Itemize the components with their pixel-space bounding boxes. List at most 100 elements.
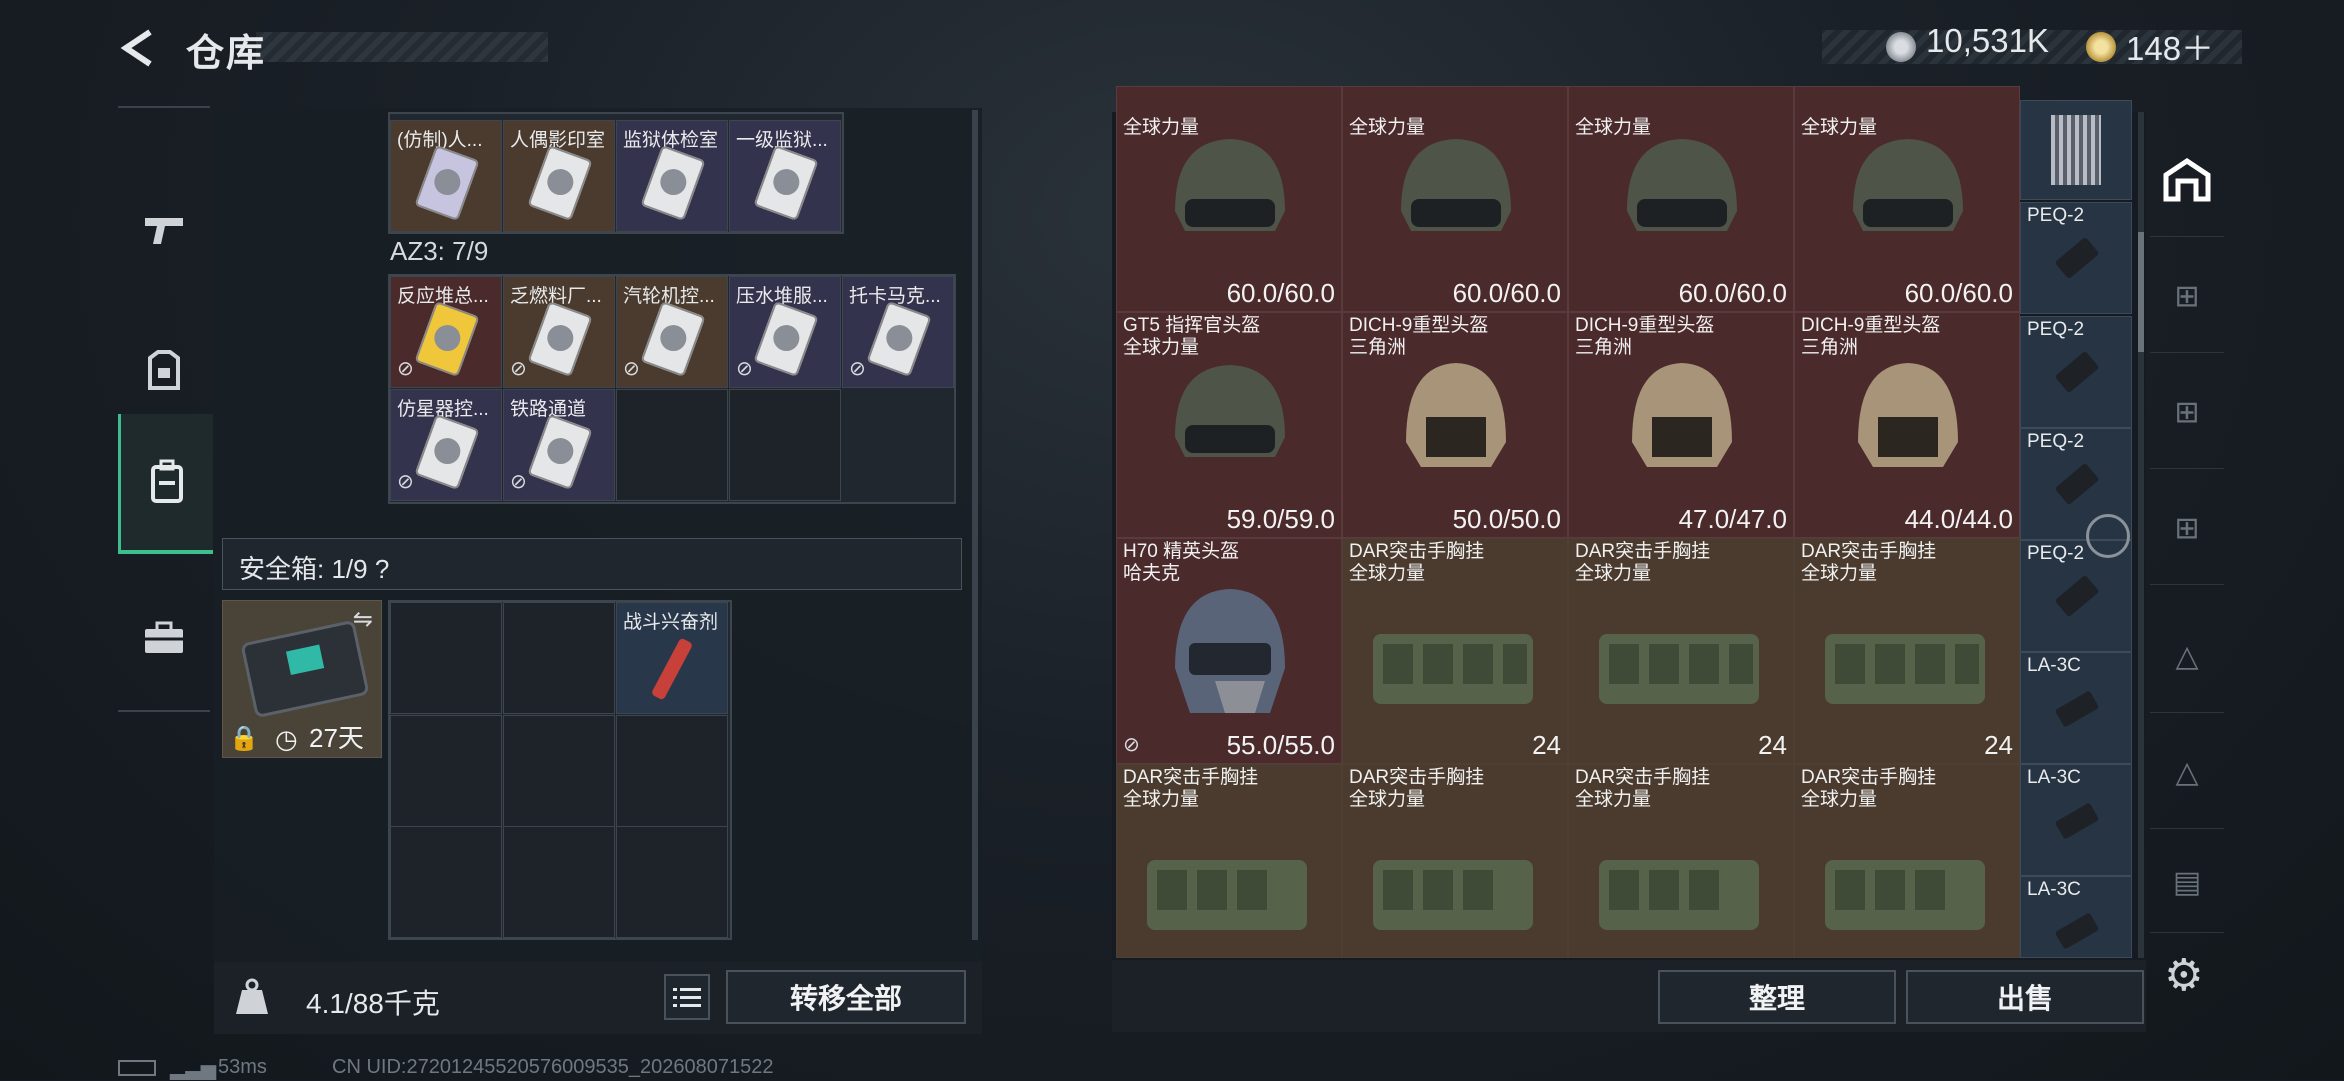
chest-rig-icon bbox=[1147, 860, 1307, 930]
empty-slot[interactable] bbox=[616, 826, 728, 938]
signal-icon: ▂▃▅ bbox=[170, 1058, 217, 1080]
empty-slot[interactable] bbox=[503, 602, 615, 714]
helmet-icon bbox=[1632, 363, 1732, 467]
chest-rig-icon bbox=[1599, 634, 1759, 704]
add-storage-icon: ⊞ bbox=[2174, 279, 2200, 313]
syringe-icon bbox=[650, 637, 694, 701]
swap-icon[interactable]: ⇋ bbox=[353, 605, 373, 634]
helmet-item[interactable]: 全球力量 60.0/60.0 bbox=[1568, 86, 1794, 312]
helmet-item[interactable]: 全球力量 60.0/60.0 bbox=[1794, 86, 2020, 312]
chest-rig-item[interactable]: DAR突击手胸挂 全球力量 bbox=[1794, 764, 2020, 958]
safe-case-image bbox=[240, 619, 370, 719]
ping-readout: 53ms bbox=[218, 1056, 267, 1078]
warehouse-tab-add-2[interactable]: ⊞ bbox=[2150, 356, 2224, 469]
empty-slot[interactable] bbox=[503, 826, 615, 938]
battery-icon bbox=[118, 1060, 156, 1076]
attachment-item[interactable] bbox=[2020, 100, 2132, 200]
category-nav bbox=[118, 106, 213, 712]
nav-weapons[interactable] bbox=[118, 162, 210, 298]
chest-rig-item[interactable]: DAR突击手胸挂 全球力量 bbox=[1568, 764, 1794, 958]
scrollbar[interactable] bbox=[2138, 112, 2144, 958]
warehouse-tab-4[interactable]: △ bbox=[2150, 600, 2224, 713]
empty-slot[interactable] bbox=[729, 389, 841, 501]
helmet-item[interactable]: 全球力量 60.0/60.0 bbox=[1116, 86, 1342, 312]
list-view-button[interactable] bbox=[664, 974, 710, 1020]
nav-case[interactable] bbox=[118, 570, 210, 706]
attachment-item[interactable]: PEQ-2 bbox=[2020, 316, 2132, 428]
key-item[interactable]: 仿星器控... ⊘ bbox=[390, 389, 502, 501]
triangle-storage-icon: △ bbox=[2175, 639, 2199, 673]
key-item[interactable]: 乏燃料厂... ⊘ bbox=[503, 276, 615, 388]
safe-box-container[interactable]: ⇋ 🔒 ◷ 27天 bbox=[222, 600, 382, 758]
chest-rig-item[interactable]: DAR突击手胸挂 全球力量 bbox=[1342, 764, 1568, 958]
back-arrow-icon[interactable] bbox=[118, 28, 158, 68]
no-insure-icon: ⊘ bbox=[510, 358, 527, 380]
attachment-item[interactable]: PEQ-2 bbox=[2020, 540, 2132, 652]
key-item[interactable]: 人偶影印室 bbox=[503, 120, 615, 232]
add-storage-icon: ⊞ bbox=[2174, 511, 2200, 545]
chest-rig-item[interactable]: DAR突击手胸挂 全球力量 24 bbox=[1342, 538, 1568, 764]
nav-backpack[interactable] bbox=[118, 414, 213, 554]
key-item[interactable]: 一级监狱... bbox=[729, 120, 841, 232]
no-insure-icon: ⊘ bbox=[849, 358, 866, 380]
warehouse-tab-6[interactable]: ▤ bbox=[2150, 832, 2224, 933]
premium-currency-amount[interactable]: 148＋ bbox=[2126, 22, 2214, 70]
chest-rig-icon bbox=[1825, 634, 1985, 704]
warehouse-tab-main[interactable] bbox=[2150, 124, 2224, 237]
safe-expire-days: 27天 bbox=[309, 723, 364, 753]
empty-slot[interactable] bbox=[390, 826, 502, 938]
empty-slot[interactable] bbox=[390, 715, 502, 827]
chest-rig-icon bbox=[1599, 860, 1759, 930]
scrollbar[interactable] bbox=[972, 110, 978, 940]
warehouse-tab-add-1[interactable]: ⊞ bbox=[2150, 240, 2224, 353]
helmet-item[interactable]: DICH-9重型头盔 三角洲 47.0/47.0 bbox=[1568, 312, 1794, 538]
coin-icon bbox=[1886, 32, 1916, 62]
helmet-item[interactable]: DICH-9重型头盔 三角洲 50.0/50.0 bbox=[1342, 312, 1568, 538]
safe-box-header[interactable]: 安全箱: 1/9 ? bbox=[222, 538, 962, 590]
stim-item[interactable]: 战斗兴奋剂 bbox=[616, 602, 728, 714]
helmet-item[interactable]: DICH-9重型头盔 三角洲 44.0/44.0 bbox=[1794, 312, 2020, 538]
key-item[interactable]: 反应堆总... ⊘ bbox=[390, 276, 502, 388]
helmet-icon bbox=[1858, 363, 1958, 467]
key-item[interactable]: 汽轮机控... ⊘ bbox=[616, 276, 728, 388]
empty-slot[interactable] bbox=[616, 389, 728, 501]
sell-button[interactable]: 出售 bbox=[1906, 970, 2144, 1024]
key-item[interactable]: 监狱体检室 bbox=[616, 120, 728, 232]
lock-icon: 🔒 bbox=[229, 725, 259, 752]
chest-rig-icon bbox=[1373, 860, 1533, 930]
attachment-item[interactable]: PEQ-2 bbox=[2020, 202, 2132, 314]
key-item[interactable]: 铁路通道 ⊘ bbox=[503, 389, 615, 501]
key-item[interactable]: 压水堆服... ⊘ bbox=[729, 276, 841, 388]
sort-button[interactable]: 整理 bbox=[1658, 970, 1896, 1024]
helmet-item[interactable]: H70 精英头盔 哈夫克 ⊘ 55.0/55.0 bbox=[1116, 538, 1342, 764]
empty-slot[interactable] bbox=[616, 715, 728, 827]
currency-amount: 10,531K bbox=[1926, 22, 2049, 59]
warehouse-tab-add-3[interactable]: ⊞ bbox=[2150, 472, 2224, 585]
no-insure-icon: ⊘ bbox=[1123, 734, 1140, 756]
attachment-item[interactable]: LA-3C bbox=[2020, 876, 2132, 958]
backpack-icon bbox=[151, 459, 183, 503]
helmet-item[interactable]: 全球力量 60.0/60.0 bbox=[1342, 86, 1568, 312]
clock-icon: ◷ bbox=[275, 724, 298, 754]
empty-slot[interactable] bbox=[503, 715, 615, 827]
settings-gear-icon[interactable]: ⚙ bbox=[2164, 950, 2203, 1001]
helmet-item[interactable]: GT5 指挥官头盔 全球力量 59.0/59.0 bbox=[1116, 312, 1342, 538]
chest-rig-item[interactable]: DAR突击手胸挂 全球力量 24 bbox=[1568, 538, 1794, 764]
no-insure-icon: ⊘ bbox=[397, 358, 414, 380]
attachment-item[interactable]: LA-3C bbox=[2020, 652, 2132, 764]
list-icon bbox=[673, 988, 701, 1007]
title-decoration bbox=[256, 32, 548, 62]
key-item[interactable]: (仿制)人... bbox=[390, 120, 502, 232]
weight-icon bbox=[234, 978, 270, 1016]
warehouse-tab-5[interactable]: △ bbox=[2150, 716, 2224, 829]
chest-rig-item[interactable]: DAR突击手胸挂 全球力量 bbox=[1116, 764, 1342, 958]
weight-readout: 4.1/88千克 bbox=[306, 988, 440, 1019]
transfer-all-button[interactable]: 转移全部 bbox=[726, 970, 966, 1024]
key-item[interactable]: 托卡马克... ⊘ bbox=[842, 276, 954, 388]
chest-rig-item[interactable]: DAR突击手胸挂 全球力量 24 bbox=[1794, 538, 2020, 764]
empty-slot[interactable] bbox=[390, 602, 502, 714]
no-insure-icon: ⊘ bbox=[397, 471, 414, 493]
attachment-item[interactable]: LA-3C bbox=[2020, 764, 2132, 876]
no-insure-icon: ⊘ bbox=[623, 358, 640, 380]
target-icon[interactable] bbox=[2086, 514, 2130, 558]
